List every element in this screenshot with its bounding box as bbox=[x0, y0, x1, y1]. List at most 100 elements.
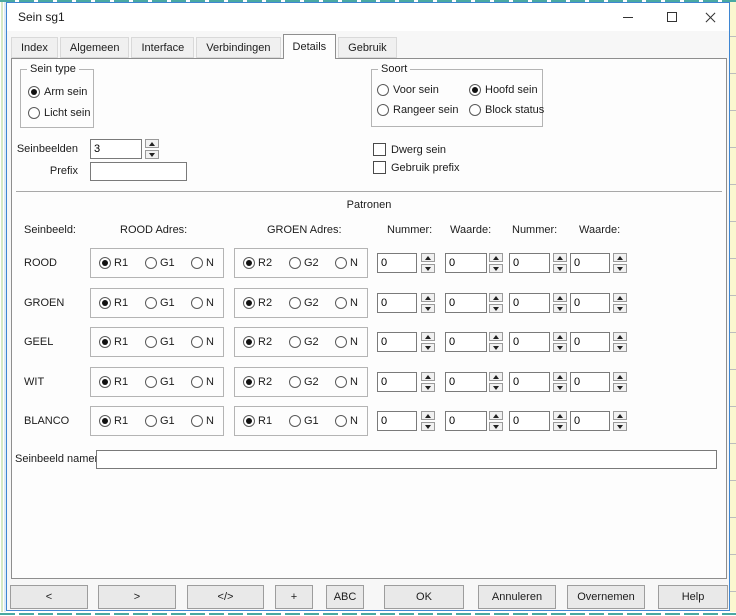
rood-adres1-radio-r1[interactable]: R1 bbox=[99, 257, 128, 269]
blanco-adres1-radio-g1[interactable]: G1 bbox=[145, 415, 175, 427]
groen-waarde-1-spin-down-button[interactable] bbox=[489, 304, 503, 313]
tab-algemeen[interactable]: Algemeen bbox=[60, 37, 130, 58]
blanco-nummer-1-spin-down-button[interactable] bbox=[421, 422, 435, 431]
blanco-waarde-2-input[interactable] bbox=[570, 411, 610, 431]
tab-verbindingen[interactable]: Verbindingen bbox=[196, 37, 280, 58]
sein-type-radio-licht-sein[interactable]: Licht sein bbox=[28, 107, 90, 119]
close-button[interactable] bbox=[695, 3, 725, 31]
overnemen-button[interactable]: Overnemen bbox=[567, 585, 645, 609]
geel-waarde-1-spin-up-button[interactable] bbox=[489, 332, 503, 341]
wit-nummer-1-spin-down-button[interactable] bbox=[421, 383, 435, 392]
geel-waarde-1-spin-down-button[interactable] bbox=[489, 343, 503, 352]
geel-waarde-2-spin-down-button[interactable] bbox=[613, 343, 627, 352]
geel-nummer-2-spin-down-button[interactable] bbox=[553, 343, 567, 352]
geel-adres1-radio-g1[interactable]: G1 bbox=[145, 336, 175, 348]
geel-nummer-2-input[interactable] bbox=[509, 332, 550, 352]
annuleren-button[interactable]: Annuleren bbox=[478, 585, 556, 609]
tab-index[interactable]: Index bbox=[11, 37, 58, 58]
geel-nummer-1-input[interactable] bbox=[377, 332, 417, 352]
blanco-adres2-radio-r1[interactable]: R1 bbox=[243, 415, 272, 427]
blanco-adres2-radio-n[interactable]: N bbox=[335, 415, 358, 427]
geel-nummer-1-spin-down-button[interactable] bbox=[421, 343, 435, 352]
groen-adres2-radio-n[interactable]: N bbox=[335, 297, 358, 309]
wit-adres2-radio-g2[interactable]: G2 bbox=[289, 376, 319, 388]
blanco-nummer-1-spin-up-button[interactable] bbox=[421, 411, 435, 420]
wit-waarde-1-spin-down-button[interactable] bbox=[489, 383, 503, 392]
soort-radio-rangeer-sein[interactable]: Rangeer sein bbox=[377, 104, 465, 116]
rood-nummer-1-spin-up-button[interactable] bbox=[421, 253, 435, 262]
geel-adres2-radio-g2[interactable]: G2 bbox=[289, 336, 319, 348]
wit-nummer-2-input[interactable] bbox=[509, 372, 550, 392]
blanco-waarde-1-spin-down-button[interactable] bbox=[489, 422, 503, 431]
blanco-waarde-2-spin-down-button[interactable] bbox=[613, 422, 627, 431]
checkbox-dwerg-sein[interactable]: Dwerg sein bbox=[373, 143, 459, 156]
rood-adres2-radio-g2[interactable]: G2 bbox=[289, 257, 319, 269]
rood-waarde-2-input[interactable] bbox=[570, 253, 610, 273]
rood-adres1-radio-n[interactable]: N bbox=[191, 257, 214, 269]
groen-nummer-2-input[interactable] bbox=[509, 293, 550, 313]
blanco-nummer-2-spin-down-button[interactable] bbox=[553, 422, 567, 431]
rood-waarde-2-spin-down-button[interactable] bbox=[613, 264, 627, 273]
groen-waarde-1-spin-up-button[interactable] bbox=[489, 293, 503, 302]
geel-waarde-2-input[interactable] bbox=[570, 332, 610, 352]
soort-radio-hoofd-sein[interactable]: Hoofd sein bbox=[469, 84, 544, 96]
rood-nummer-1-input[interactable] bbox=[377, 253, 417, 273]
geel-adres2-radio-n[interactable]: N bbox=[335, 336, 358, 348]
blanco-waarde-2-spin-up-button[interactable] bbox=[613, 411, 627, 420]
rood-nummer-2-spin-down-button[interactable] bbox=[553, 264, 567, 273]
groen-waarde-2-spin-down-button[interactable] bbox=[613, 304, 627, 313]
rood-nummer-1-spin-down-button[interactable] bbox=[421, 264, 435, 273]
blanco-waarde-1-input[interactable] bbox=[445, 411, 487, 431]
wit-nummer-1-spin-up-button[interactable] bbox=[421, 372, 435, 381]
wit-adres1-radio-g1[interactable]: G1 bbox=[145, 376, 175, 388]
rood-waarde-1-spin-up-button[interactable] bbox=[489, 253, 503, 262]
geel-adres1-radio-n[interactable]: N bbox=[191, 336, 214, 348]
rood-nummer-2-input[interactable] bbox=[509, 253, 550, 273]
titlebar[interactable]: Sein sg1 bbox=[7, 3, 729, 31]
groen-adres1-radio-g1[interactable]: G1 bbox=[145, 297, 175, 309]
groen-nummer-1-input[interactable] bbox=[377, 293, 417, 313]
groen-adres1-radio-n[interactable]: N bbox=[191, 297, 214, 309]
wit-adres1-radio-n[interactable]: N bbox=[191, 376, 214, 388]
groen-nummer-2-spin-down-button[interactable] bbox=[553, 304, 567, 313]
wit-adres1-radio-r1[interactable]: R1 bbox=[99, 376, 128, 388]
rood-waarde-1-input[interactable] bbox=[445, 253, 487, 273]
maximize-button[interactable] bbox=[657, 3, 687, 31]
wit-nummer-2-spin-down-button[interactable] bbox=[553, 383, 567, 392]
rood-adres1-radio-g1[interactable]: G1 bbox=[145, 257, 175, 269]
ok-button[interactable]: OK bbox=[384, 585, 464, 609]
checkbox-gebruik-prefix[interactable]: Gebruik prefix bbox=[373, 161, 459, 174]
soort-radio-block-status[interactable]: Block status bbox=[469, 104, 544, 116]
groen-nummer-2-spin-up-button[interactable] bbox=[553, 293, 567, 302]
rood-adres2-radio-r2[interactable]: R2 bbox=[243, 257, 272, 269]
blanco-nummer-1-input[interactable] bbox=[377, 411, 417, 431]
wit-nummer-1-input[interactable] bbox=[377, 372, 417, 392]
geel-nummer-1-spin-up-button[interactable] bbox=[421, 332, 435, 341]
geel-adres2-radio-r2[interactable]: R2 bbox=[243, 336, 272, 348]
wit-waarde-2-spin-up-button[interactable] bbox=[613, 372, 627, 381]
code-button[interactable]: </> bbox=[187, 585, 264, 609]
blanco-adres1-radio-n[interactable]: N bbox=[191, 415, 214, 427]
groen-waarde-2-input[interactable] bbox=[570, 293, 610, 313]
geel-waarde-1-input[interactable] bbox=[445, 332, 487, 352]
tab-details[interactable]: Details bbox=[283, 34, 337, 59]
blanco-waarde-1-spin-up-button[interactable] bbox=[489, 411, 503, 420]
blanco-adres2-radio-g1[interactable]: G1 bbox=[289, 415, 319, 427]
wit-waarde-2-spin-down-button[interactable] bbox=[613, 383, 627, 392]
groen-waarde-1-input[interactable] bbox=[445, 293, 487, 313]
prefix-input[interactable] bbox=[90, 162, 187, 181]
blanco-adres1-radio-r1[interactable]: R1 bbox=[99, 415, 128, 427]
soort-radio-voor-sein[interactable]: Voor sein bbox=[377, 84, 465, 96]
groen-adres2-radio-r2[interactable]: R2 bbox=[243, 297, 272, 309]
add-button[interactable]: + bbox=[275, 585, 313, 609]
groen-nummer-1-spin-up-button[interactable] bbox=[421, 293, 435, 302]
blanco-nummer-2-spin-up-button[interactable] bbox=[553, 411, 567, 420]
abc-button[interactable]: ABC bbox=[326, 585, 364, 609]
rood-waarde-2-spin-up-button[interactable] bbox=[613, 253, 627, 262]
prev-button[interactable]: < bbox=[10, 585, 88, 609]
rood-waarde-1-spin-down-button[interactable] bbox=[489, 264, 503, 273]
tab-gebruik[interactable]: Gebruik bbox=[338, 37, 397, 58]
tab-interface[interactable]: Interface bbox=[131, 37, 194, 58]
seinbeeld-namen-input[interactable] bbox=[96, 450, 717, 469]
wit-nummer-2-spin-up-button[interactable] bbox=[553, 372, 567, 381]
